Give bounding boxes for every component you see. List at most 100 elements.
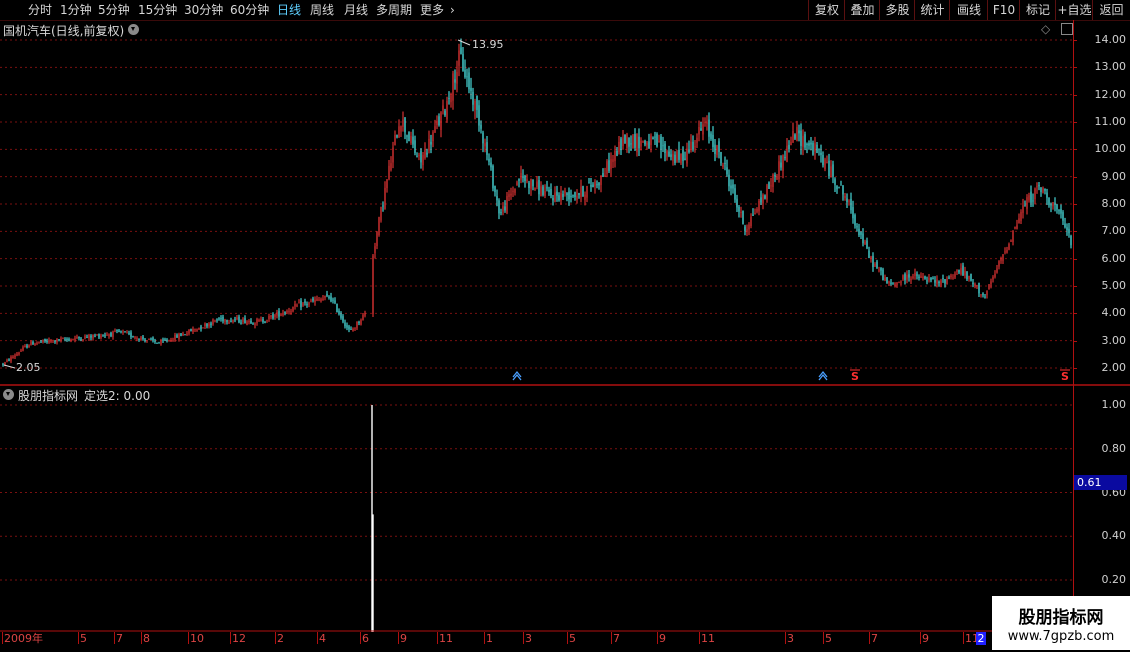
candle-body [402,119,404,127]
candle-body [354,327,356,329]
period-tab-1[interactable]: 1分钟 [60,2,92,18]
low-price-label: 2.05 [16,361,41,374]
candle-body [86,337,88,339]
candle-body [682,149,684,161]
candle-body [296,305,298,307]
date-tick-mark [567,632,568,644]
period-tab-3[interactable]: 15分钟 [138,2,177,18]
period-tab-6[interactable]: 日线 [277,2,301,18]
candle-body [808,143,810,146]
date-axis-label: 10 [190,632,204,645]
candle-body [878,269,880,271]
candle-body [30,341,32,346]
toolbar-button-1[interactable]: 叠加 [845,0,880,20]
candle-body [886,277,888,284]
candle-body [834,179,836,185]
period-tab-4[interactable]: 30分钟 [184,2,223,18]
toolbar-button-4[interactable]: 画线 [950,0,988,20]
candle-body [474,100,476,110]
candle-body [494,185,496,193]
price-tick-label: 13.00 [1094,60,1127,74]
price-tick-mark [1073,368,1077,369]
candle-body [668,151,670,157]
candle-body [842,185,844,195]
period-tab-0[interactable]: 分时 [28,2,52,18]
period-tab-5[interactable]: 60分钟 [230,2,269,18]
chevron-down-circle-icon[interactable] [128,24,139,35]
candle-body [968,275,970,279]
candle-body [868,250,870,258]
candle-body [2,363,4,365]
indicator-formula-value: 定选2: 0.00 [84,389,151,403]
period-tab-10[interactable]: 更多 [420,2,444,18]
candle-body [322,298,324,301]
date-axis-label: 6 [362,632,369,645]
candle-body [578,193,580,196]
watermark-logo: 股朋指标网 www.7gpzb.com [992,596,1130,650]
date-axis: 2009年 5 7 8 10 12 2 4 6 9 11 1 3 5 7 9 11 3 5 7 9 11 [0,632,1130,650]
period-tab-7[interactable]: 周线 [310,2,334,18]
price-tick-mark [1073,67,1077,69]
candle-body [976,285,978,287]
candle-body [364,312,366,316]
candle-body [1004,251,1006,253]
page-badge: 2 [976,632,986,645]
chevron-right-icon[interactable]: › [450,2,455,18]
candle-body [964,270,966,276]
candle-body [118,330,120,332]
candle-body [250,320,252,324]
candle-body [8,359,10,361]
candle-body [848,200,850,202]
pane-toggle-icon[interactable] [1061,23,1073,35]
toolbar-button-2[interactable]: 多股 [880,0,915,20]
candle-body [960,268,962,275]
candle-body [242,318,244,322]
candle-body [1014,227,1016,229]
candle-body [262,319,264,323]
candle-body [664,143,666,154]
price-tick-label: 10.00 [1094,142,1127,156]
candle-body [826,162,828,164]
candle-body [994,273,996,277]
diamond-icon[interactable]: ◇ [1041,22,1050,36]
candle-body [390,163,392,170]
candle-body [736,198,738,208]
candle-body [724,162,726,164]
period-tab-9[interactable]: 多周期 [376,2,412,18]
toolbar-button-3[interactable]: 统计 [915,0,950,20]
period-tab-2[interactable]: 5分钟 [98,2,130,18]
candle-body [596,184,598,186]
candle-body [528,182,530,188]
indicator-menu-icon[interactable] [3,389,14,400]
candle-body [734,188,736,200]
candle-body [422,155,424,166]
candle-body [1028,195,1030,201]
candlestick-chart[interactable]: SS [0,20,1130,652]
candle-body [66,338,68,340]
candle-body [408,131,410,142]
candle-body [962,265,964,276]
candle-body [12,356,14,358]
candle-body [806,143,808,145]
candle-body [60,338,62,340]
candle-body [846,198,848,203]
period-tab-8[interactable]: 月线 [344,2,368,18]
candle-body [202,327,204,329]
toolbar-button-7[interactable]: +自选 [1056,0,1093,20]
candle-body [984,296,986,298]
candle-body [882,269,884,281]
candle-body [802,135,804,147]
candle-body [768,182,770,189]
candle-body [524,176,526,182]
candle-body [814,143,816,152]
toolbar-button-8[interactable]: 返回 [1093,0,1130,20]
toolbar-button-0[interactable]: 复权 [809,0,845,20]
candle-body [180,333,182,336]
candle-body [966,272,968,280]
price-tick-mark [1073,313,1077,315]
indicator-tick-label: 0.80 [1101,441,1127,455]
toolbar-button-6[interactable]: 标记 [1020,0,1056,20]
toolbar-button-5[interactable]: F10 [988,0,1020,20]
candle-body [470,87,472,91]
candle-body [796,127,798,141]
